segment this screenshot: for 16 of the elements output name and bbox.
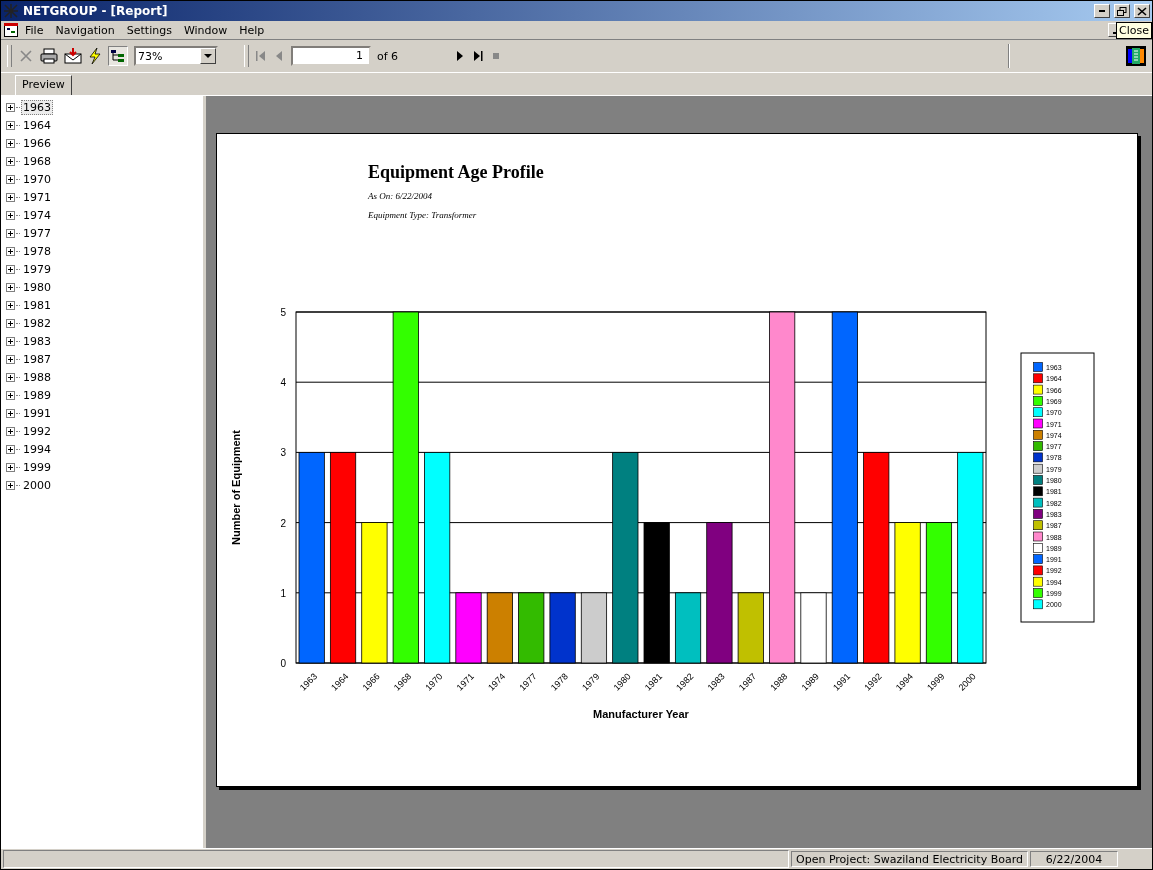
axis-tick-label: 2	[280, 517, 286, 529]
axis-tick-label: 5	[280, 307, 286, 318]
tooltip: Close	[1116, 22, 1152, 39]
window-title: NETGROUP - [Report]	[23, 4, 168, 18]
axis-tick-label: 0	[280, 658, 286, 669]
date-status: 6/22/2004	[1030, 851, 1118, 867]
project-status: Open Project: Swaziland Electricity Board	[791, 851, 1028, 867]
x-axis-title: Manufacturer Year	[593, 708, 689, 720]
page-count: of 6	[377, 49, 399, 63]
report-title: Equipment Age Profile	[368, 162, 544, 183]
axis-tick-label: 3	[280, 447, 286, 459]
y-axis-title: Number of Equipment	[230, 430, 242, 545]
equipment-type: Equipment Type: Transformer	[368, 210, 478, 220]
report-date: As On: 6/22/2004	[368, 191, 433, 201]
axis-tick-label: 1	[280, 587, 286, 599]
axis-tick-label: 4	[280, 377, 286, 389]
